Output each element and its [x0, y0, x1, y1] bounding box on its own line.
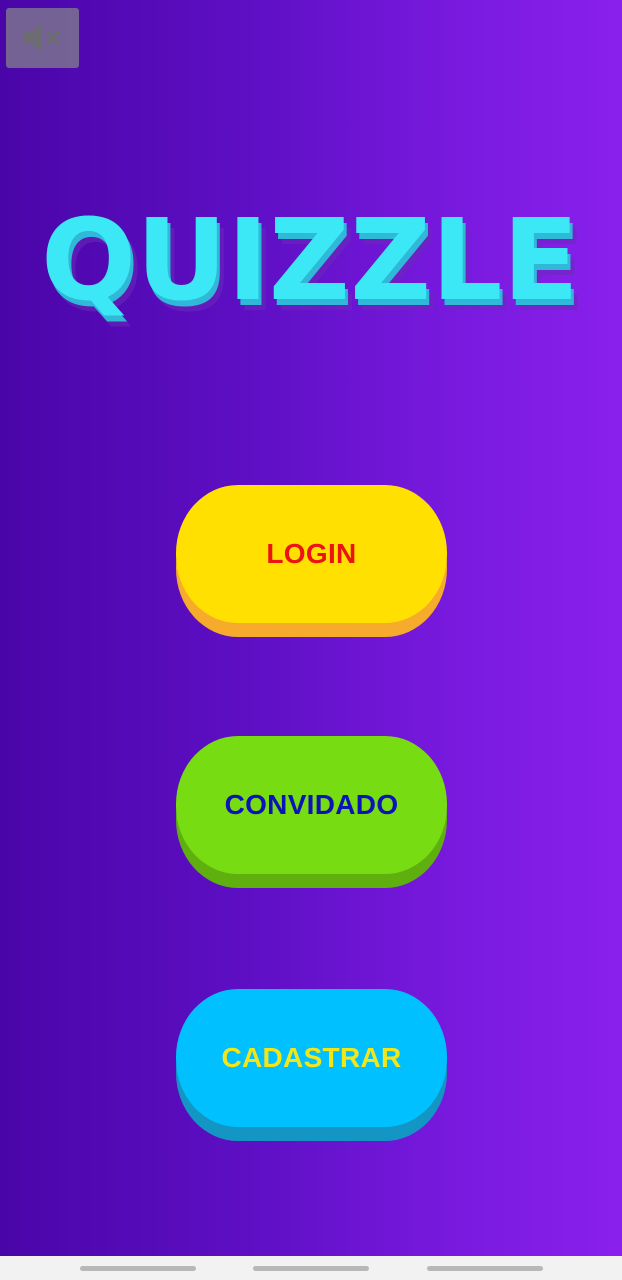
system-navigation-bar — [0, 1256, 622, 1280]
nav-recents-handle[interactable] — [80, 1266, 196, 1271]
guest-button-face: CONVIDADO — [176, 736, 447, 874]
register-button-label: CADASTRAR — [221, 1042, 402, 1073]
login-button[interactable]: LOGIN — [176, 485, 447, 637]
mute-button[interactable] — [6, 8, 79, 68]
guest-button[interactable]: CONVIDADO — [176, 736, 447, 888]
login-button-label: LOGIN — [266, 538, 357, 569]
main-menu-screen: QUIZZLE QUIZZLE QUIZZLE LOGIN CONVIDADO … — [0, 0, 622, 1256]
app-logo: QUIZZLE QUIZZLE QUIZZLE — [0, 195, 622, 337]
login-button-face: LOGIN — [176, 485, 447, 623]
register-button-face: CADASTRAR — [176, 989, 447, 1127]
nav-home-handle[interactable] — [253, 1266, 369, 1271]
guest-button-label: CONVIDADO — [224, 789, 399, 820]
nav-back-handle[interactable] — [427, 1266, 543, 1271]
register-button[interactable]: CADASTRAR — [176, 989, 447, 1141]
speaker-muted-icon — [23, 23, 60, 53]
app-title: QUIZZLE — [41, 196, 579, 326]
